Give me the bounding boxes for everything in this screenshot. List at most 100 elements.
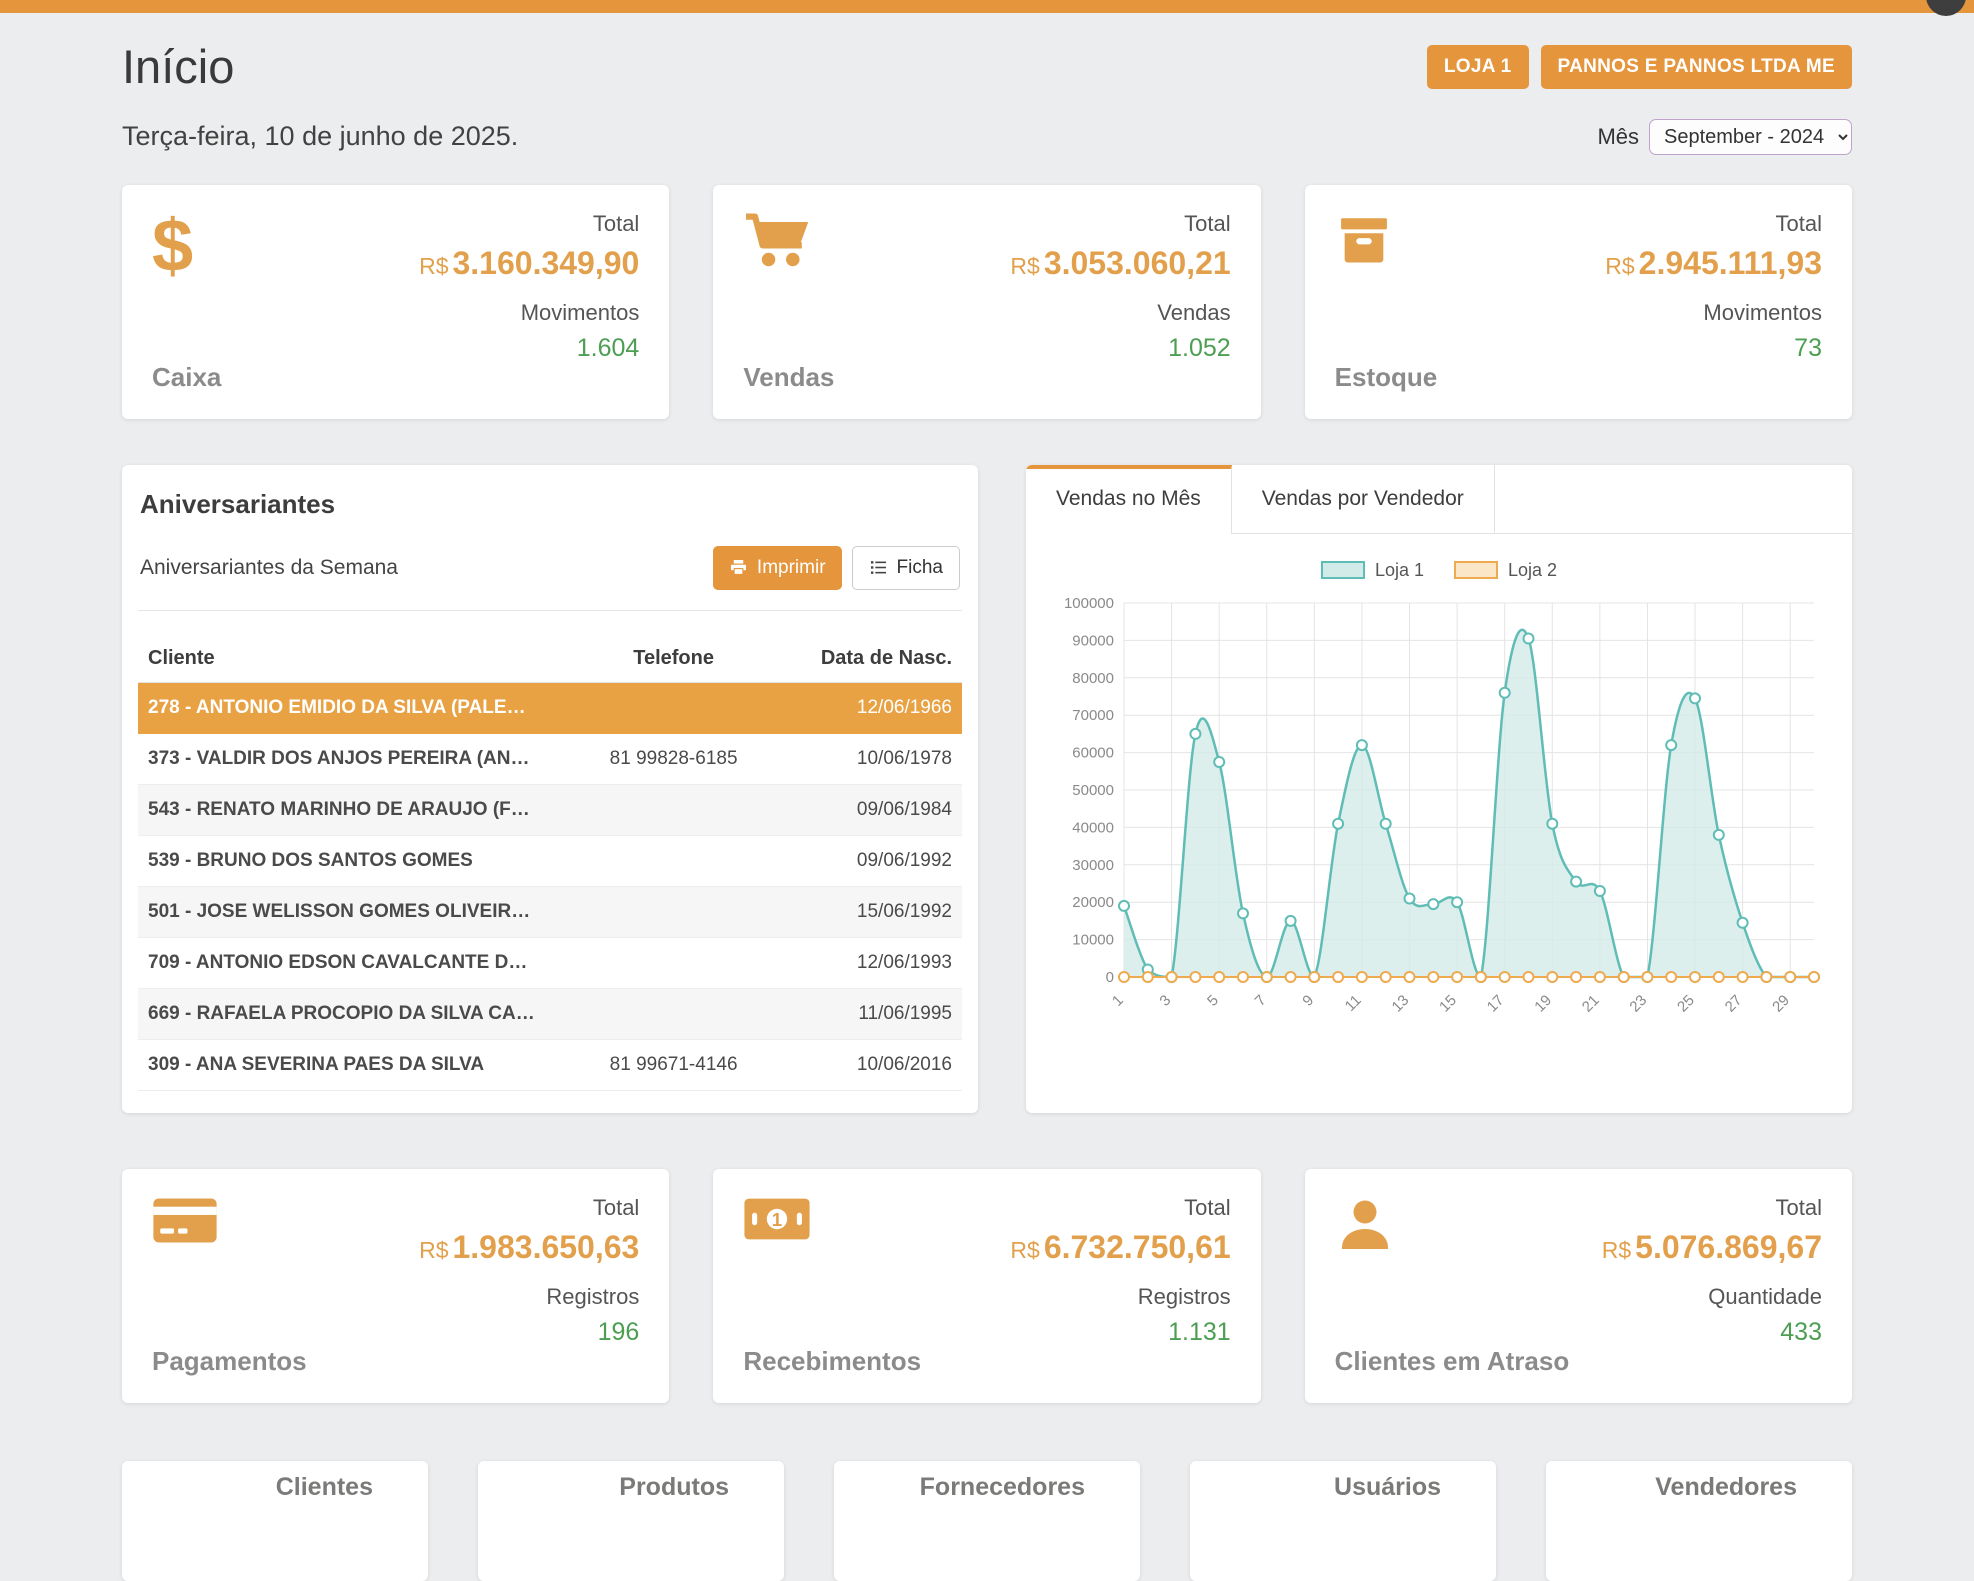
svg-text:9: 9 [1299,991,1317,1009]
footer-card[interactable]: Vendedores [1546,1461,1852,1581]
svg-text:13: 13 [1389,991,1413,1015]
birthday-row[interactable]: 543 - RENATO MARINHO DE ARAUJO (F… 09/06… [138,784,962,835]
stat-card: Vendas Total R$3.053.060,21 Vendas 1.052 [713,185,1260,419]
svg-text:90000: 90000 [1072,632,1114,649]
svg-text:7: 7 [1252,991,1270,1009]
total-amount: 2.945.111,93 [1639,245,1822,281]
svg-text:0: 0 [1106,969,1114,986]
total-label: Total [593,1195,639,1221]
svg-text:80000: 80000 [1072,669,1114,686]
stat-card-label: Pagamentos [152,1346,307,1377]
print-button[interactable]: Imprimir [713,546,842,590]
birthday-row[interactable]: 278 - ANTONIO EMIDIO DA SILVA (PALE… 12/… [138,682,962,733]
currency-symbol: R$ [419,1237,448,1263]
stat-card: 1 Recebimentos Total R$6.732.750,61 Regi… [713,1169,1260,1403]
total-amount: 6.732.750,61 [1044,1229,1231,1265]
currency-symbol: R$ [1602,1237,1631,1263]
footer-card[interactable]: Clientes [122,1461,428,1581]
footer-card[interactable]: Usuários [1190,1461,1496,1581]
sales-chart-card: Vendas no Mês Vendas por Vendedor Loja 1 [1026,465,1852,1113]
stat-card: $ Caixa Total R$3.160.349,90 Movimentos [122,185,669,419]
total-label: Total [1184,1195,1230,1221]
birthday-row[interactable]: 373 - VALDIR DOS ANJOS PEREIRA (AN… 81 9… [138,733,962,784]
footer-card[interactable]: Fornecedores [834,1461,1140,1581]
birthdate-cell: 12/06/1966 [781,682,962,733]
legend-item-loja2[interactable]: Loja 2 [1454,560,1557,581]
stat-card-right: Total R$2.945.111,93 Movimentos 73 [1605,211,1822,393]
loja2-swatch [1454,561,1498,579]
stat-card-right: Total R$3.053.060,21 Vendas 1.052 [1010,211,1230,393]
birthdays-title: Aniversariantes [140,489,962,520]
sales-tabs: Vendas no Mês Vendas por Vendedor [1026,465,1495,534]
birthdays-card: Aniversariantes Aniversariantes da Seman… [122,465,978,1113]
date-text: Terça-feira, 10 de junho de 2025. [122,121,518,152]
phone-cell [566,682,780,733]
footer-card[interactable]: Produtos [478,1461,784,1581]
currency-symbol: R$ [419,253,448,279]
client-cell: 669 - RAFAELA PROCOPIO DA SILVA CA… [138,988,566,1039]
sales-tab[interactable]: Vendas por Vendedor [1232,465,1495,534]
ficha-button-label: Ficha [897,557,943,579]
sales-tab[interactable]: Vendas no Mês [1026,465,1232,534]
total-value: R$2.945.111,93 [1605,245,1822,282]
birthday-row[interactable]: 709 - ANTONIO EDSON CAVALCANTE D… 12/06/… [138,937,962,988]
store-button[interactable]: LOJA 1 [1427,45,1529,89]
stat-card-right: Total R$1.983.650,63 Registros 196 [419,1195,639,1377]
svg-text:20000: 20000 [1072,894,1114,911]
count-label: Registros [1138,1284,1231,1310]
stat-card-icon [1335,1195,1570,1279]
birthdays-table: Cliente Telefone Data de Nasc. 278 - ANT… [138,635,962,1091]
stat-card: Clientes em Atraso Total R$5.076.869,67 … [1305,1169,1852,1403]
stat-card-left: $ Caixa [152,211,221,393]
sales-tab-label: Vendas por Vendedor [1262,487,1464,510]
stat-card-icon [152,1195,307,1279]
svg-text:23: 23 [1626,991,1650,1015]
client-cell: 309 - ANA SEVERINA PAES DA SILVA [138,1039,566,1090]
client-cell: 543 - RENATO MARINHO DE ARAUJO (F… [138,784,566,835]
month-label: Mês [1597,124,1639,150]
credit-card-icon [152,1195,218,1247]
svg-text:29: 29 [1769,991,1793,1015]
total-label: Total [1776,1195,1822,1221]
avatar[interactable] [1926,0,1966,16]
chart-legend: Loja 1 Loja 2 [1038,560,1840,581]
stat-card-icon: $ [152,211,221,295]
stat-card-left: Estoque [1335,211,1438,393]
stat-card-left: 1 Recebimentos [743,1195,921,1377]
stat-card-icon: 1 [743,1195,921,1279]
header-row: Início LOJA 1 PANNOS E PANNOS LTDA ME [122,41,1852,93]
stat-card: Estoque Total R$2.945.111,93 Movimentos … [1305,185,1852,419]
birthdate-cell: 11/06/1995 [781,988,962,1039]
client-cell: 373 - VALDIR DOS ANJOS PEREIRA (AN… [138,733,566,784]
stat-card-label: Recebimentos [743,1346,921,1377]
birthdays-buttons: Imprimir Ficha [713,546,960,590]
birthday-row[interactable]: 309 - ANA SEVERINA PAES DA SILVA 81 9967… [138,1039,962,1090]
birthday-row[interactable]: 539 - BRUNO DOS SANTOS GOMES 09/06/1992 [138,835,962,886]
box-icon [1335,211,1393,269]
bottom-cards-row: Pagamentos Total R$1.983.650,63 Registro… [122,1169,1852,1403]
phone-cell [566,835,780,886]
svg-text:1: 1 [772,1208,782,1229]
birthdate-cell: 15/06/1992 [781,886,962,937]
footer-card-label: Fornecedores [834,1473,1085,1502]
ficha-button[interactable]: Ficha [852,546,960,590]
legend-item-loja1[interactable]: Loja 1 [1321,560,1424,581]
stat-card-right: Total R$3.160.349,90 Movimentos 1.604 [419,211,639,393]
page-title: Início [122,41,234,93]
svg-text:50000: 50000 [1072,782,1114,799]
birthday-row[interactable]: 669 - RAFAELA PROCOPIO DA SILVA CA… 11/0… [138,988,962,1039]
stat-card-left: Vendas [743,211,834,393]
phone-cell [566,988,780,1039]
company-button[interactable]: PANNOS E PANNOS LTDA ME [1541,45,1852,89]
total-value: R$5.076.869,67 [1602,1229,1822,1266]
month-select[interactable]: September - 2024 [1649,119,1852,155]
loja2-label: Loja 2 [1508,560,1557,581]
page-content: Início LOJA 1 PANNOS E PANNOS LTDA ME Te… [0,41,1974,1581]
total-value: R$1.983.650,63 [419,1229,639,1266]
phone-cell [566,937,780,988]
money-bill-icon: 1 [743,1195,811,1243]
printer-icon [729,558,748,577]
top-bar [0,0,1974,13]
birthday-row[interactable]: 501 - JOSE WELISSON GOMES OLIVEIR… 15/06… [138,886,962,937]
count-label: Movimentos [1703,300,1822,326]
